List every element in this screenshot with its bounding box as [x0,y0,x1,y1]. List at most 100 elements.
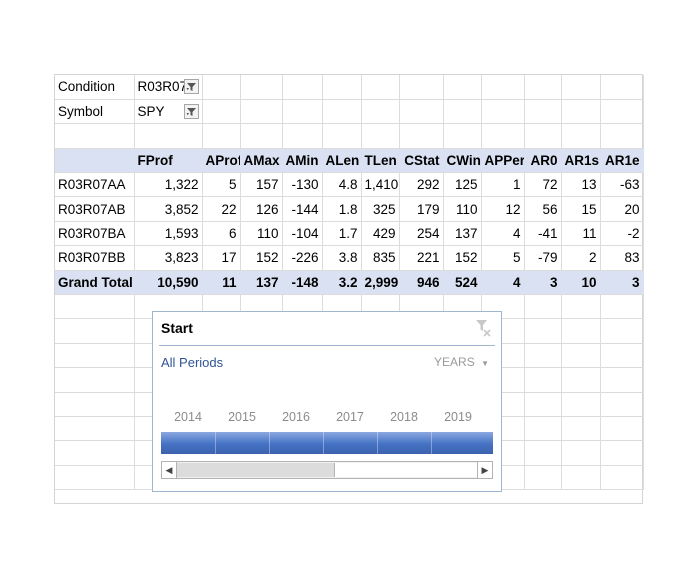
value-cell[interactable]: -144 [282,196,323,222]
column-header[interactable]: FProf [134,148,203,174]
value-cell[interactable]: -79 [524,245,562,271]
value-cell[interactable]: 835 [361,245,400,271]
value-cell[interactable]: -63 [600,172,644,198]
empty-cell[interactable] [600,392,644,417]
empty-cell[interactable] [561,294,601,320]
total-cell[interactable]: 10,590 [134,269,203,296]
empty-cell[interactable] [55,343,135,369]
column-header[interactable]: AR1e [600,148,644,174]
value-cell[interactable]: 1,593 [134,221,203,247]
column-header[interactable]: AProf [202,148,241,174]
value-cell[interactable]: 137 [443,221,482,247]
value-cell[interactable]: 22 [202,196,241,222]
scroll-right-icon[interactable]: ▶ [477,462,492,478]
value-cell[interactable]: 292 [399,172,444,198]
value-cell[interactable]: 5 [202,172,241,198]
value-cell[interactable]: 20 [600,196,644,222]
total-cell[interactable]: 137 [240,269,283,296]
empty-cell[interactable] [600,440,644,466]
empty-cell[interactable] [600,465,644,491]
total-cell[interactable]: 946 [399,269,444,296]
empty-cell[interactable] [55,416,135,442]
value-cell[interactable]: 5 [481,245,525,271]
value-cell[interactable]: 254 [399,221,444,247]
value-cell[interactable]: 3.8 [322,245,362,271]
row-label[interactable]: R03R07AA [55,172,135,198]
filter-value-cell[interactable]: SPY [134,99,203,125]
column-header[interactable]: CWin [443,148,482,174]
value-cell[interactable]: 126 [240,196,283,222]
scrollbar-track[interactable] [177,463,334,477]
value-cell[interactable]: -104 [282,221,323,247]
column-header[interactable]: AR1s [561,148,601,174]
empty-cell[interactable] [55,440,135,466]
value-cell[interactable]: 6 [202,221,241,247]
time-level-dropdown[interactable]: YEARS ▼ [434,355,489,369]
value-cell[interactable]: 110 [240,221,283,247]
value-cell[interactable]: 1,410 [361,172,400,198]
value-cell[interactable]: 15 [561,196,601,222]
timeline-selection-bar[interactable] [161,432,493,454]
grand-total-label[interactable]: Grand Total [55,269,135,296]
value-cell[interactable]: 17 [202,245,241,271]
total-cell[interactable]: 2,999 [361,269,400,296]
empty-cell[interactable] [524,318,562,344]
value-cell[interactable]: 325 [361,196,400,222]
value-cell[interactable]: 221 [399,245,444,271]
total-cell[interactable]: -148 [282,269,323,296]
value-cell[interactable]: 4.8 [322,172,362,198]
timeline-scrollbar[interactable]: ◀ ▶ [161,461,493,479]
column-header[interactable]: AMax [240,148,283,174]
empty-cell[interactable] [55,392,135,417]
value-cell[interactable]: 157 [240,172,283,198]
value-cell[interactable]: 2 [561,245,601,271]
value-cell[interactable]: 3,852 [134,196,203,222]
timeline-slicer[interactable]: Start All Periods YEARS ▼ 2014 2015 2016… [152,311,502,492]
row-label[interactable]: R03R07BB [55,245,135,271]
empty-cell[interactable] [55,465,135,491]
total-cell[interactable]: 10 [561,269,601,296]
empty-cell[interactable] [561,440,601,466]
value-cell[interactable]: 110 [443,196,482,222]
value-cell[interactable]: 13 [561,172,601,198]
empty-cell[interactable] [524,440,562,466]
value-cell[interactable]: 1.7 [322,221,362,247]
value-cell[interactable]: 1,322 [134,172,203,198]
row-label[interactable]: R03R07BA [55,221,135,247]
total-cell[interactable]: 3.2 [322,269,362,296]
value-cell[interactable]: 11 [561,221,601,247]
empty-cell[interactable] [561,318,601,344]
filter-icon[interactable] [183,79,199,94]
empty-cell[interactable] [600,343,644,369]
value-cell[interactable]: 125 [443,172,482,198]
empty-cell[interactable] [524,416,562,442]
empty-cell[interactable] [600,318,644,344]
value-cell[interactable]: 3,823 [134,245,203,271]
value-cell[interactable]: -226 [282,245,323,271]
value-cell[interactable]: 83 [600,245,644,271]
column-header[interactable]: AR0 [524,148,562,174]
empty-cell[interactable] [55,367,135,393]
value-cell[interactable]: 1.8 [322,196,362,222]
empty-cell[interactable] [524,343,562,369]
empty-cell[interactable] [524,465,562,491]
value-cell[interactable]: 179 [399,196,444,222]
total-cell[interactable]: 524 [443,269,482,296]
empty-cell[interactable] [524,294,562,320]
total-cell[interactable]: 4 [481,269,525,296]
value-cell[interactable]: -41 [524,221,562,247]
total-cell[interactable]: 3 [600,269,644,296]
empty-cell[interactable] [524,392,562,417]
empty-cell[interactable] [561,465,601,491]
scrollbar-thumb[interactable] [334,463,478,477]
column-header[interactable]: TLen [361,148,400,174]
value-cell[interactable]: 4 [481,221,525,247]
empty-cell[interactable] [600,367,644,393]
value-cell[interactable]: 152 [240,245,283,271]
value-cell[interactable]: 72 [524,172,562,198]
column-header[interactable]: APPer [481,148,525,174]
empty-cell[interactable] [561,416,601,442]
scroll-left-icon[interactable]: ◀ [162,462,177,478]
row-label[interactable]: R03R07AB [55,196,135,222]
total-cell[interactable]: 11 [202,269,241,296]
